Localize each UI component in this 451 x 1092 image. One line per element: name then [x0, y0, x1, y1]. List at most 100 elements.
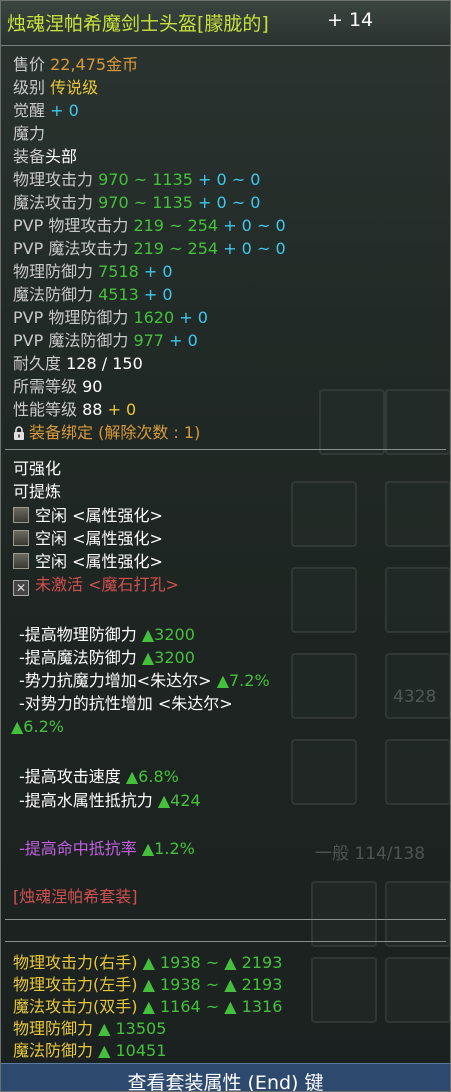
item-name: 烛魂涅帕希魔剑士头盔[朦胧的]	[7, 13, 269, 35]
mag-atk-bonus: + 0 ~ 0	[198, 193, 261, 212]
pvp-mag-def-label: PVP 魔法防御力	[13, 331, 129, 350]
can-refine-row: 可提炼	[13, 482, 61, 502]
mag-atk-row: 魔法攻击力 970 ~ 1135 + 0 ~ 0	[13, 193, 260, 213]
bonus-label: -提高魔法防御力	[19, 648, 137, 667]
set-stat-value: ▲ 10451	[98, 1041, 167, 1060]
bonus-value: ▲6.8%	[125, 767, 179, 786]
set-name-row: [烛魂涅帕希套装]	[13, 887, 138, 907]
background-item-count: 4328	[393, 687, 437, 707]
pvp-mag-def-bonus: + 0	[169, 331, 198, 350]
background-slot	[385, 389, 450, 455]
mag-def-value: 4513	[98, 285, 139, 304]
phys-def-label: 物理防御力	[13, 262, 94, 281]
empty-slot-icon	[13, 507, 29, 523]
background-inventory-count: 一般 114/138	[315, 844, 426, 864]
durability-row: 耐久度 128 / 150	[13, 354, 143, 374]
perf-level-value: 88	[82, 400, 103, 419]
phys-def-bonus: + 0	[143, 262, 173, 281]
view-set-attributes-button[interactable]: 查看套装属性 (End) 键	[1, 1063, 450, 1092]
bonus-label: -提高命中抵抗率	[19, 839, 137, 858]
set-stat-label: 魔法攻击力(双手)	[13, 997, 138, 1016]
set-stat-row: 物理攻击力(左手) ▲ 1938 ~ ▲ 2193	[13, 975, 282, 995]
can-refine-text: 可提炼	[13, 482, 62, 501]
item-tooltip: 一般 114/138 4328 烛魂涅帕希魔剑士头盔[朦胧的] + 14 售价 …	[0, 0, 451, 1092]
bonus-row: -提高物理防御力 ▲3200	[19, 625, 195, 645]
perf-level-bonus: + 0	[107, 400, 137, 419]
set-stat-row: 物理防御力 ▲ 13505	[13, 1019, 166, 1039]
enhance-slot: 空闲 <属性强化>	[13, 552, 163, 572]
equip-label: 装备	[13, 147, 46, 166]
bonus-row: -提高攻击速度 ▲6.8%	[19, 767, 179, 787]
mag-atk-label: 魔法攻击力	[13, 193, 94, 212]
empty-slot-icon	[13, 553, 29, 569]
can-enhance-text: 可强化	[13, 459, 62, 478]
phys-atk-bonus: + 0 ~ 0	[198, 170, 261, 189]
perf-level-row: 性能等级 88 + 0	[13, 400, 136, 420]
price-label: 售价	[13, 55, 46, 74]
phys-atk-label: 物理攻击力	[13, 170, 94, 189]
bonus-label: -对势力的抗性增加 <朱达尔>	[19, 694, 233, 713]
bonus-label: -提高物理防御力	[19, 625, 137, 644]
price-row: 售价 22,475金币	[13, 55, 138, 75]
phys-def-row: 物理防御力 7518 + 0	[13, 262, 173, 282]
background-slot	[291, 653, 357, 719]
item-enhance-level: + 14	[327, 9, 374, 31]
socket-locked-icon: ✕	[13, 580, 29, 596]
bonus-label: -提高水属性抵抗力	[19, 791, 153, 810]
bonus-value: ▲6.2%	[11, 717, 64, 736]
enhance-slot-label: 空闲 <属性强化>	[35, 552, 163, 571]
background-slot	[385, 881, 450, 947]
pvp-mag-atk-label: PVP 魔法攻击力	[13, 239, 129, 258]
background-slot	[385, 481, 450, 547]
set-stat-value: ▲ 1164 ~ ▲ 1316	[142, 997, 283, 1016]
equip-row: 装备头部	[13, 147, 77, 167]
price-unit: 金币	[106, 55, 139, 74]
enhance-slot: 空闲 <属性强化>	[13, 529, 163, 549]
background-slot	[291, 481, 357, 547]
can-enhance-row: 可强化	[13, 459, 61, 479]
pvp-phys-atk-value: 219 ~ 254	[133, 216, 219, 235]
set-stat-label: 物理攻击力(右手)	[13, 953, 138, 972]
background-slot	[385, 653, 450, 719]
pvp-mag-def-row: PVP 魔法防御力 977 + 0	[13, 331, 198, 351]
mag-def-label: 魔法防御力	[13, 285, 94, 304]
background-slot	[385, 957, 450, 1023]
bonus-row: -提高命中抵抗率 ▲1.2%	[19, 839, 195, 859]
pvp-phys-def-value: 1620	[133, 308, 175, 327]
set-stat-row: 魔法攻击力(双手) ▲ 1164 ~ ▲ 1316	[13, 997, 282, 1017]
grade-label: 级别	[13, 78, 46, 97]
magic-label: 魔力	[13, 124, 46, 143]
req-level-row: 所需等级 90	[13, 377, 102, 397]
pvp-phys-def-bonus: + 0	[179, 308, 208, 327]
set-name: [烛魂涅帕希套装]	[13, 887, 138, 906]
bonus-row: -势力抗魔力增加<朱达尔> ▲7.2%	[19, 671, 270, 691]
view-set-attributes-label: 查看套装属性 (End) 键	[127, 1072, 324, 1092]
set-stat-value: ▲ 1938 ~ ▲ 2193	[142, 953, 283, 972]
enhance-slot-label: 空闲 <属性强化>	[35, 506, 163, 525]
equip-value: 头部	[45, 147, 78, 166]
req-level-label: 所需等级	[13, 377, 78, 396]
bonus-row: -提高水属性抵抗力 ▲424	[19, 791, 201, 811]
background-slot	[311, 881, 377, 947]
bonus-value: ▲1.2%	[141, 839, 195, 858]
set-stat-row: 物理攻击力(右手) ▲ 1938 ~ ▲ 2193	[13, 953, 282, 973]
magic-row: 魔力	[13, 124, 45, 144]
bonus-value: ▲3200	[141, 648, 195, 667]
bonus-value: ▲424	[157, 791, 201, 810]
empty-slot-icon	[13, 530, 29, 546]
mag-def-row: 魔法防御力 4513 + 0	[13, 285, 173, 305]
mag-def-bonus: + 0	[143, 285, 173, 304]
bind-row: 装备绑定 (解除次数 : 1)	[13, 423, 200, 443]
bonus-label: -势力抗魔力增加<朱达尔>	[19, 671, 212, 690]
pvp-phys-atk-row: PVP 物理攻击力 219 ~ 254 + 0 ~ 0	[13, 216, 286, 236]
pvp-phys-atk-bonus: + 0 ~ 0	[223, 216, 286, 235]
pvp-phys-def-row: PVP 物理防御力 1620 + 0	[13, 308, 208, 328]
background-slot	[311, 957, 377, 1023]
divider	[5, 941, 446, 942]
durability-value: 128 / 150	[66, 354, 143, 373]
awaken-value: + 0	[50, 101, 79, 120]
background-slot	[319, 389, 385, 455]
socket-row: ✕ 未激活 <魔石打孔>	[13, 575, 179, 596]
lock-icon	[14, 426, 24, 440]
bonus-value: ▲3200	[141, 625, 195, 644]
